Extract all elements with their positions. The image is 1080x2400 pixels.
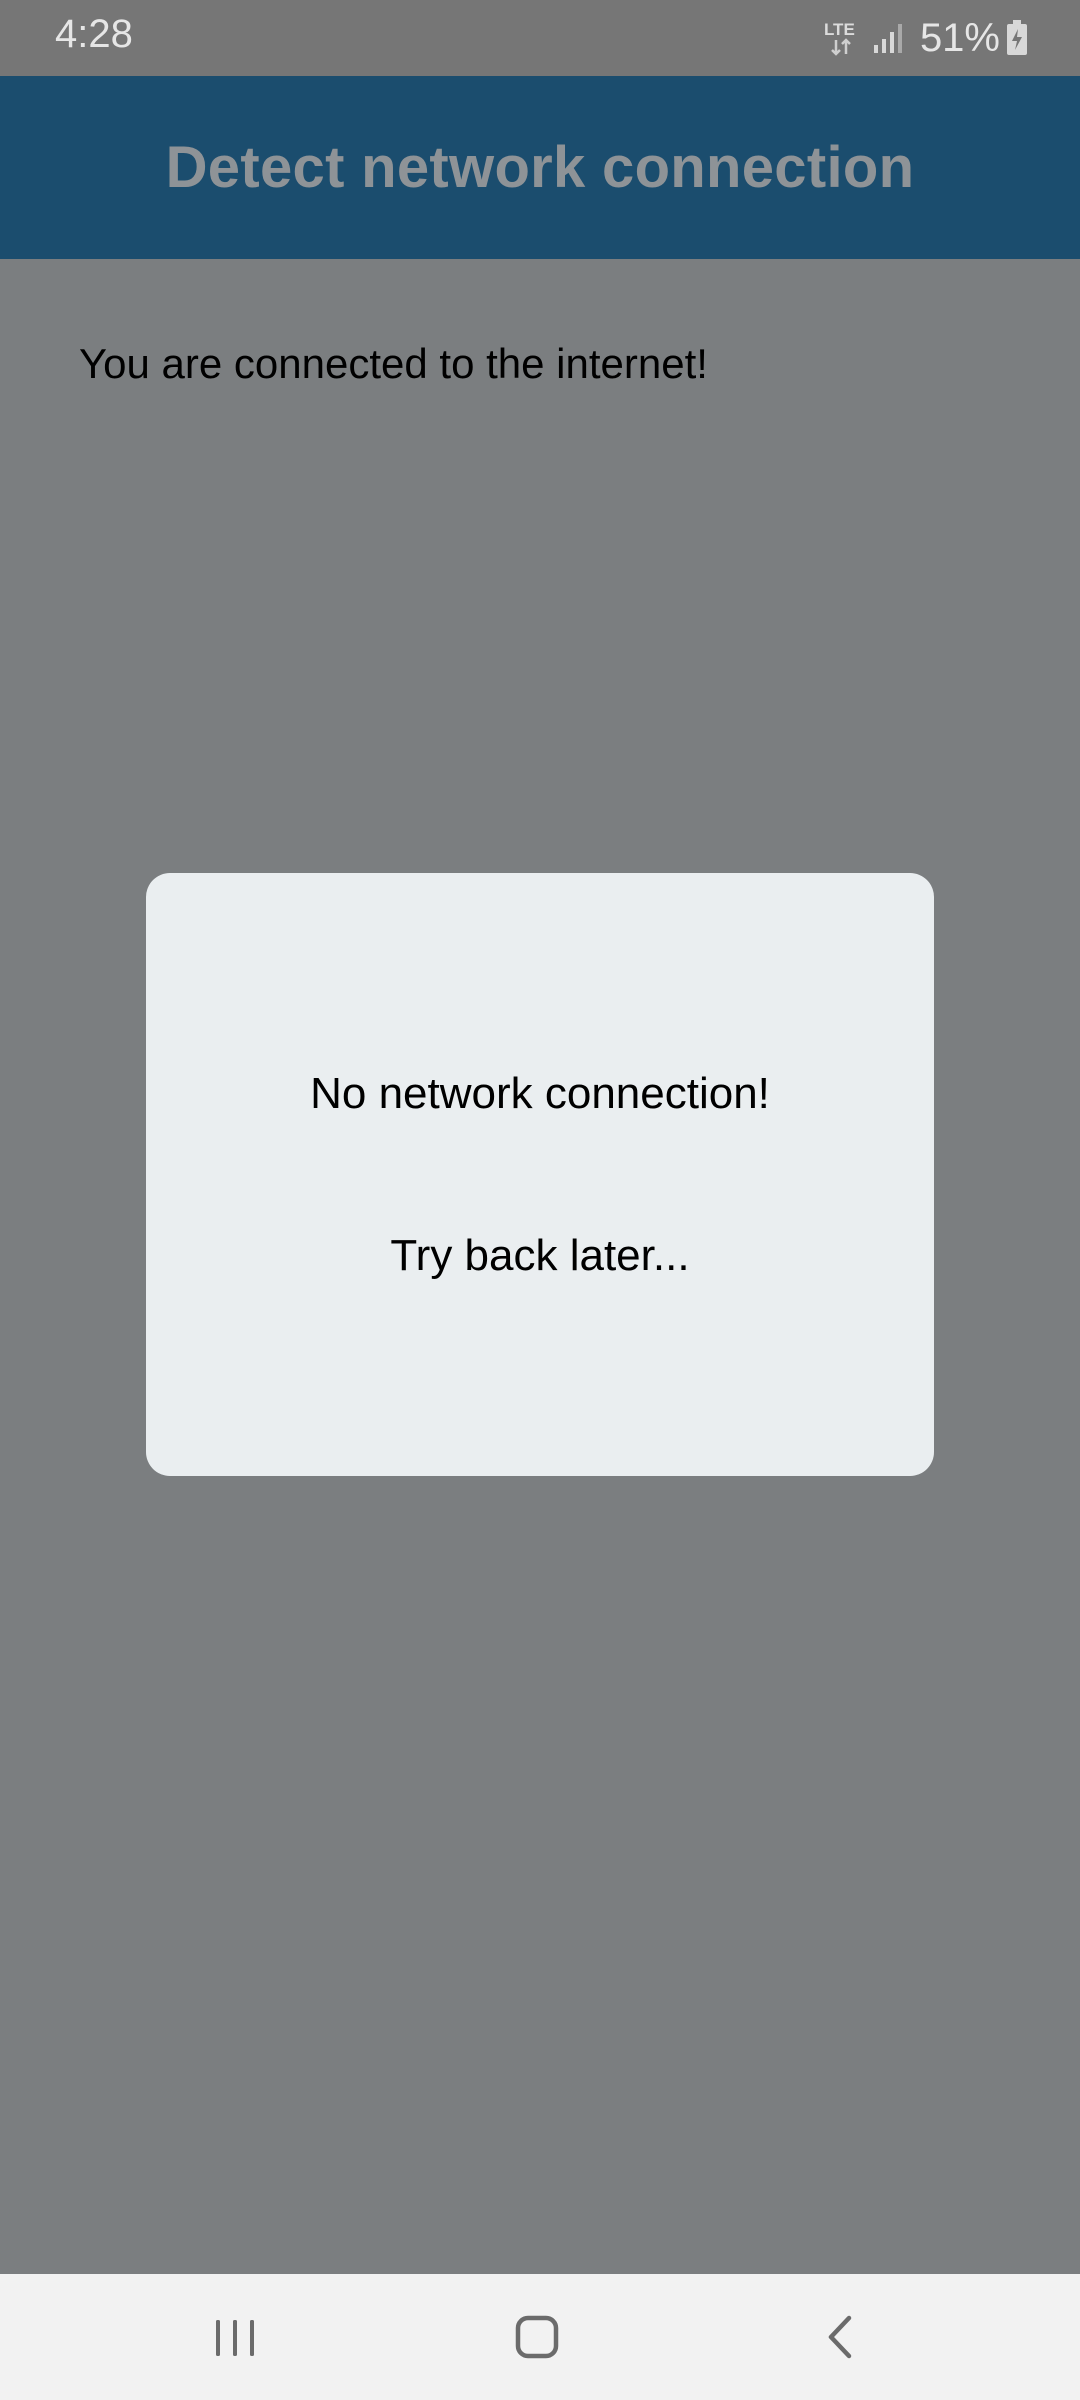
status-bar: 4:28 LTE 51% [0,0,1080,76]
lte-icon: LTE [824,18,858,58]
no-network-dialog[interactable]: No network connection! Try back later... [146,873,934,1476]
network-type-label: LTE [823,20,855,39]
back-icon[interactable] [805,2302,875,2372]
status-time: 4:28 [55,12,133,56]
navigation-bar [0,2274,1080,2400]
dialog-title: No network connection! [310,1069,770,1118]
signal-icon [872,21,906,55]
battery-percent: 51% [919,15,1000,60]
screen: 4:28 LTE 51% Detect network connection Y… [0,0,1080,2400]
app-bar: Detect network connection [0,76,1080,259]
connection-status-text: You are connected to the internet! [79,340,708,387]
dialog-message: Try back later... [390,1231,690,1280]
home-icon[interactable] [502,2302,572,2372]
battery-charging-icon [1006,20,1028,56]
recent-apps-icon[interactable] [200,2302,270,2372]
status-icons: LTE 51% [824,14,1028,62]
app-title: Detect network connection [165,135,915,200]
